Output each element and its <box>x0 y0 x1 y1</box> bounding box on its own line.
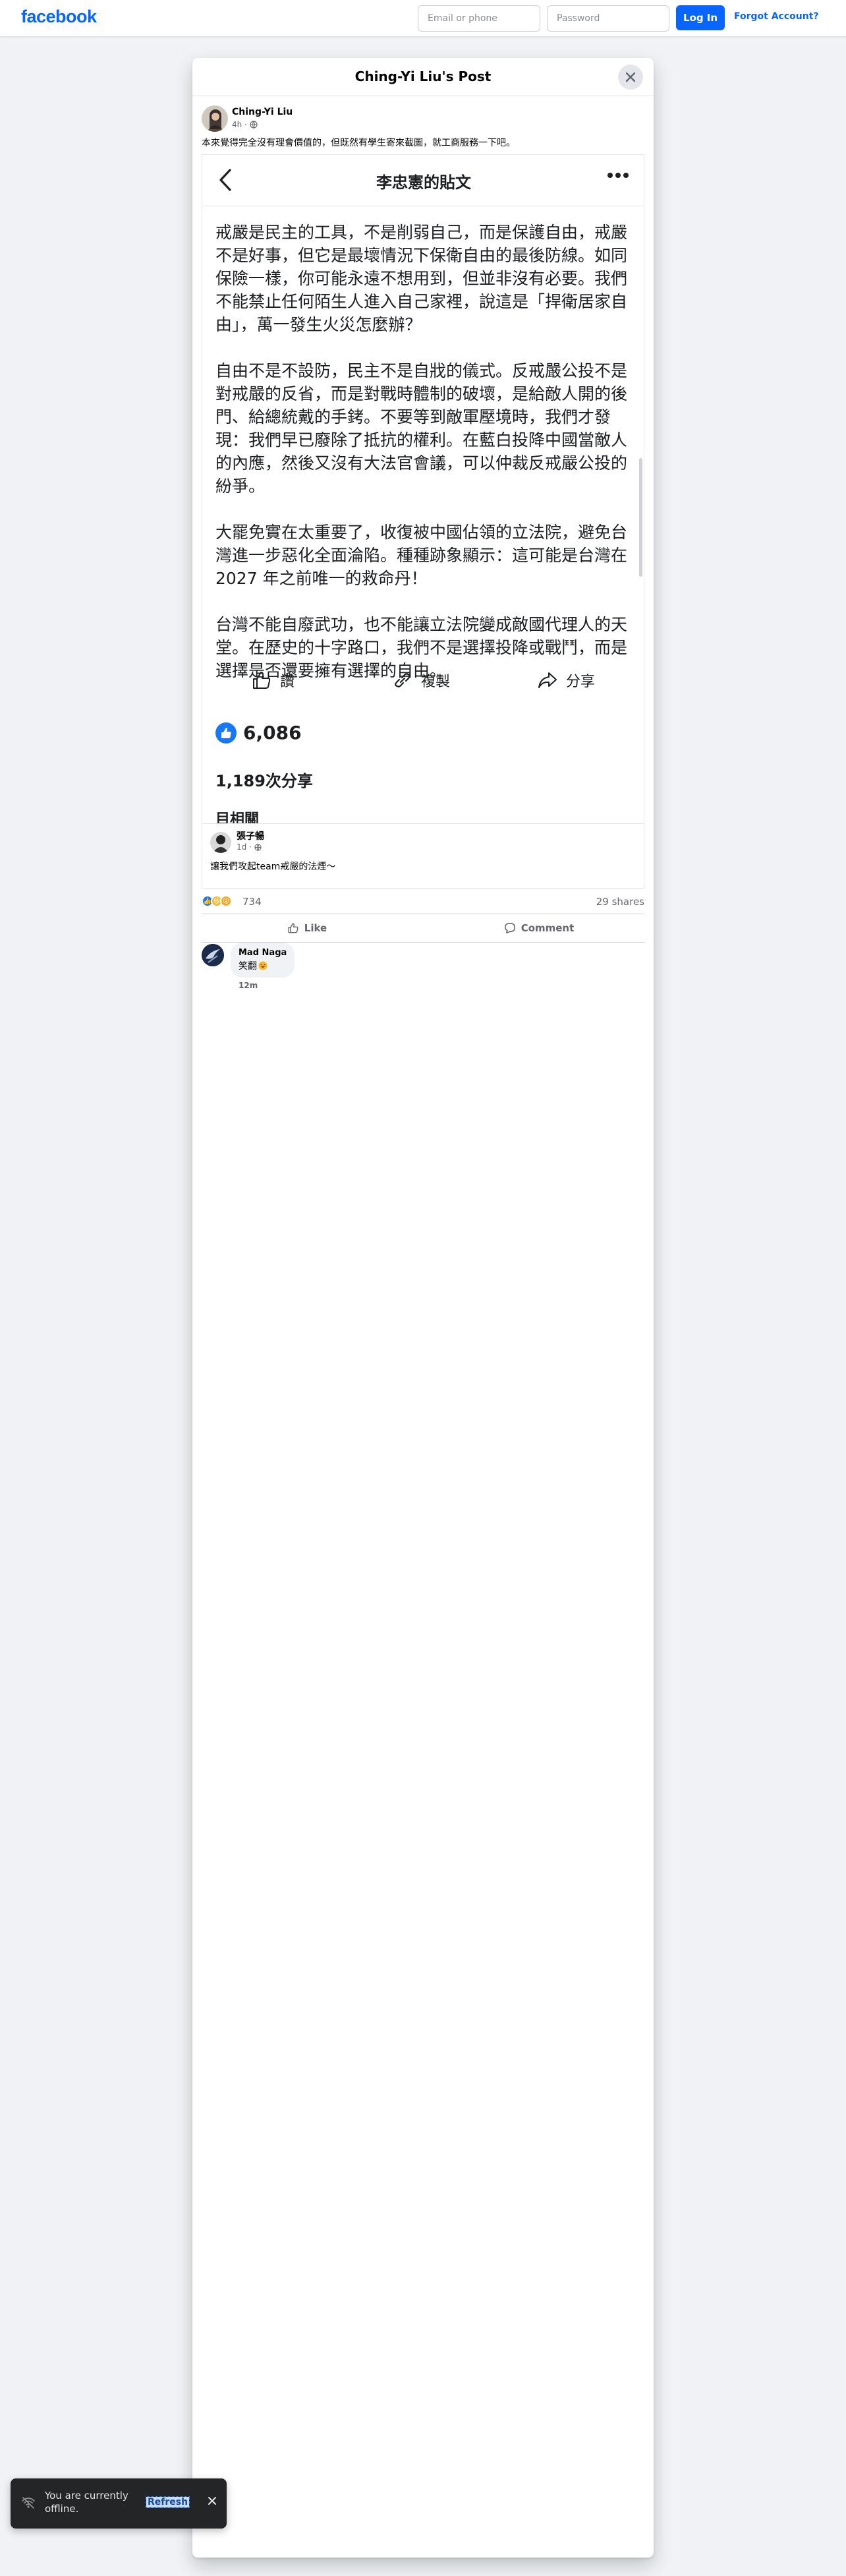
author-name[interactable]: Ching-Yi Liu <box>232 107 293 117</box>
embed-copy-action: 複製 <box>392 664 450 697</box>
embed-comment-time-text: 1d · <box>237 842 252 852</box>
offline-toast: You are currently offline. Refresh <box>11 2478 227 2529</box>
laughing-emoji-icon <box>258 961 268 970</box>
more-options-icon <box>607 173 629 178</box>
password-field[interactable] <box>547 5 669 32</box>
commenter-avatar[interactable] <box>202 944 224 966</box>
offline-message: You are currently offline. <box>45 2490 128 2515</box>
embed-like-action: 讚 <box>251 664 295 697</box>
embed-like-count: 6,086 <box>215 722 302 744</box>
embed-comment-time: 1d · <box>237 842 262 852</box>
like-button[interactable]: Like <box>202 918 412 938</box>
comment-label: Comment <box>521 922 575 934</box>
close-button[interactable] <box>618 65 643 90</box>
reaction-count[interactable]: 734 <box>242 896 262 908</box>
embed-share-label: 分享 <box>566 674 596 690</box>
forgot-account-link[interactable]: Forgot Account? <box>734 11 819 22</box>
post-timestamp: 4h · <box>232 120 258 129</box>
embed-like-label: 讚 <box>280 674 295 690</box>
comment-text-content: 笑翻 <box>239 961 257 972</box>
comment-bubble-icon <box>504 922 515 934</box>
share-arrow-icon <box>538 672 557 688</box>
author-avatar[interactable] <box>202 105 228 132</box>
globe-icon <box>250 121 258 129</box>
post-time: 4h · <box>232 120 247 129</box>
embed-paragraph: 大罷免實在太重要了，收復被中國佔領的立法院，避免台灣進一步惡化全面淪陷。種種跡象… <box>215 523 628 588</box>
embed-scrollbar <box>639 458 642 577</box>
reaction-icons[interactable]: 👍 😆 😮 <box>202 895 232 907</box>
dialog-title: Ching-Yi Liu's Post <box>354 69 492 84</box>
thumbs-up-icon <box>253 672 271 689</box>
embed-share-action: 分享 <box>537 664 595 697</box>
post-action-bar: Like Comment <box>202 914 644 943</box>
embed-share-count: 1,189次分享 <box>215 772 313 790</box>
embed-copy-label: 複製 <box>421 674 451 690</box>
refresh-link[interactable]: Refresh <box>145 2496 190 2508</box>
shares-count[interactable]: 29 shares <box>596 896 644 908</box>
email-field[interactable] <box>418 5 540 32</box>
reactions-summary: 👍 😆 😮 734 29 shares <box>202 889 644 914</box>
comment-time[interactable]: 12m <box>239 981 258 990</box>
wow-reaction-icon: 😮 <box>220 895 232 907</box>
embed-paragraph: 戒嚴是民主的工具，不是削弱自己，而是保護自由，戒嚴不是好事，但它是最壞情況下保衛… <box>215 223 628 334</box>
link-icon <box>395 673 410 688</box>
post-caption: 本來覺得完全沒有理會價值的，但既然有學生寄來截圖，就工商服務一下吧。 <box>202 138 515 148</box>
like-badge-icon <box>215 722 237 744</box>
embed-comment-text: 讓我們攻起team戒嚴的法煙〜 <box>210 862 336 872</box>
embed-like-number: 6,086 <box>243 722 302 744</box>
embed-title: 李忠憲的貼文 <box>376 173 471 192</box>
close-icon[interactable] <box>207 2496 217 2506</box>
top-navigation-bar: facebook Log In Forgot Account? <box>0 0 846 37</box>
shared-screenshot-image[interactable]: 李忠憲的貼文 戒嚴是民主的工具，不是削弱自己，而是保護自由，戒嚴不是好事，但它是… <box>202 154 644 889</box>
like-label: Like <box>304 922 327 934</box>
facebook-logo[interactable]: facebook <box>21 7 97 27</box>
embed-comment: 張子暢 1d · 讓我們攻起team戒嚴的法煙〜 <box>202 823 644 888</box>
commenter-name[interactable]: Mad Naga <box>239 948 287 958</box>
comment-button[interactable]: Comment <box>434 918 644 938</box>
embed-header: 李忠憲的貼文 <box>202 155 644 206</box>
globe-icon <box>254 844 262 851</box>
embed-action-bar: 讚 複製 分享 <box>202 664 644 697</box>
thumbs-up-icon <box>288 923 298 933</box>
embed-commenter-name: 張子暢 <box>237 831 264 842</box>
post-dialog: Ching-Yi Liu's Post Ching-Yi Liu 4h · 本來… <box>192 58 654 2558</box>
embed-paragraph: 自由不是不設防，民主不是自戕的儀式。反戒嚴公投不是對戒嚴的反省，而是對戰時體制的… <box>215 361 628 496</box>
close-icon <box>625 72 636 82</box>
wifi-off-icon <box>22 2497 35 2509</box>
comment-bubble: Mad Naga 笑翻 <box>231 943 295 978</box>
embed-post-body: 戒嚴是民主的工具，不是削弱自己，而是保護自由，戒嚴不是好事，但它是最壞情況下保衛… <box>215 221 631 705</box>
comment-text: 笑翻 <box>239 959 287 972</box>
login-button[interactable]: Log In <box>676 5 725 30</box>
embed-commenter-avatar <box>210 832 231 853</box>
dialog-header: Ching-Yi Liu's Post <box>192 58 654 96</box>
